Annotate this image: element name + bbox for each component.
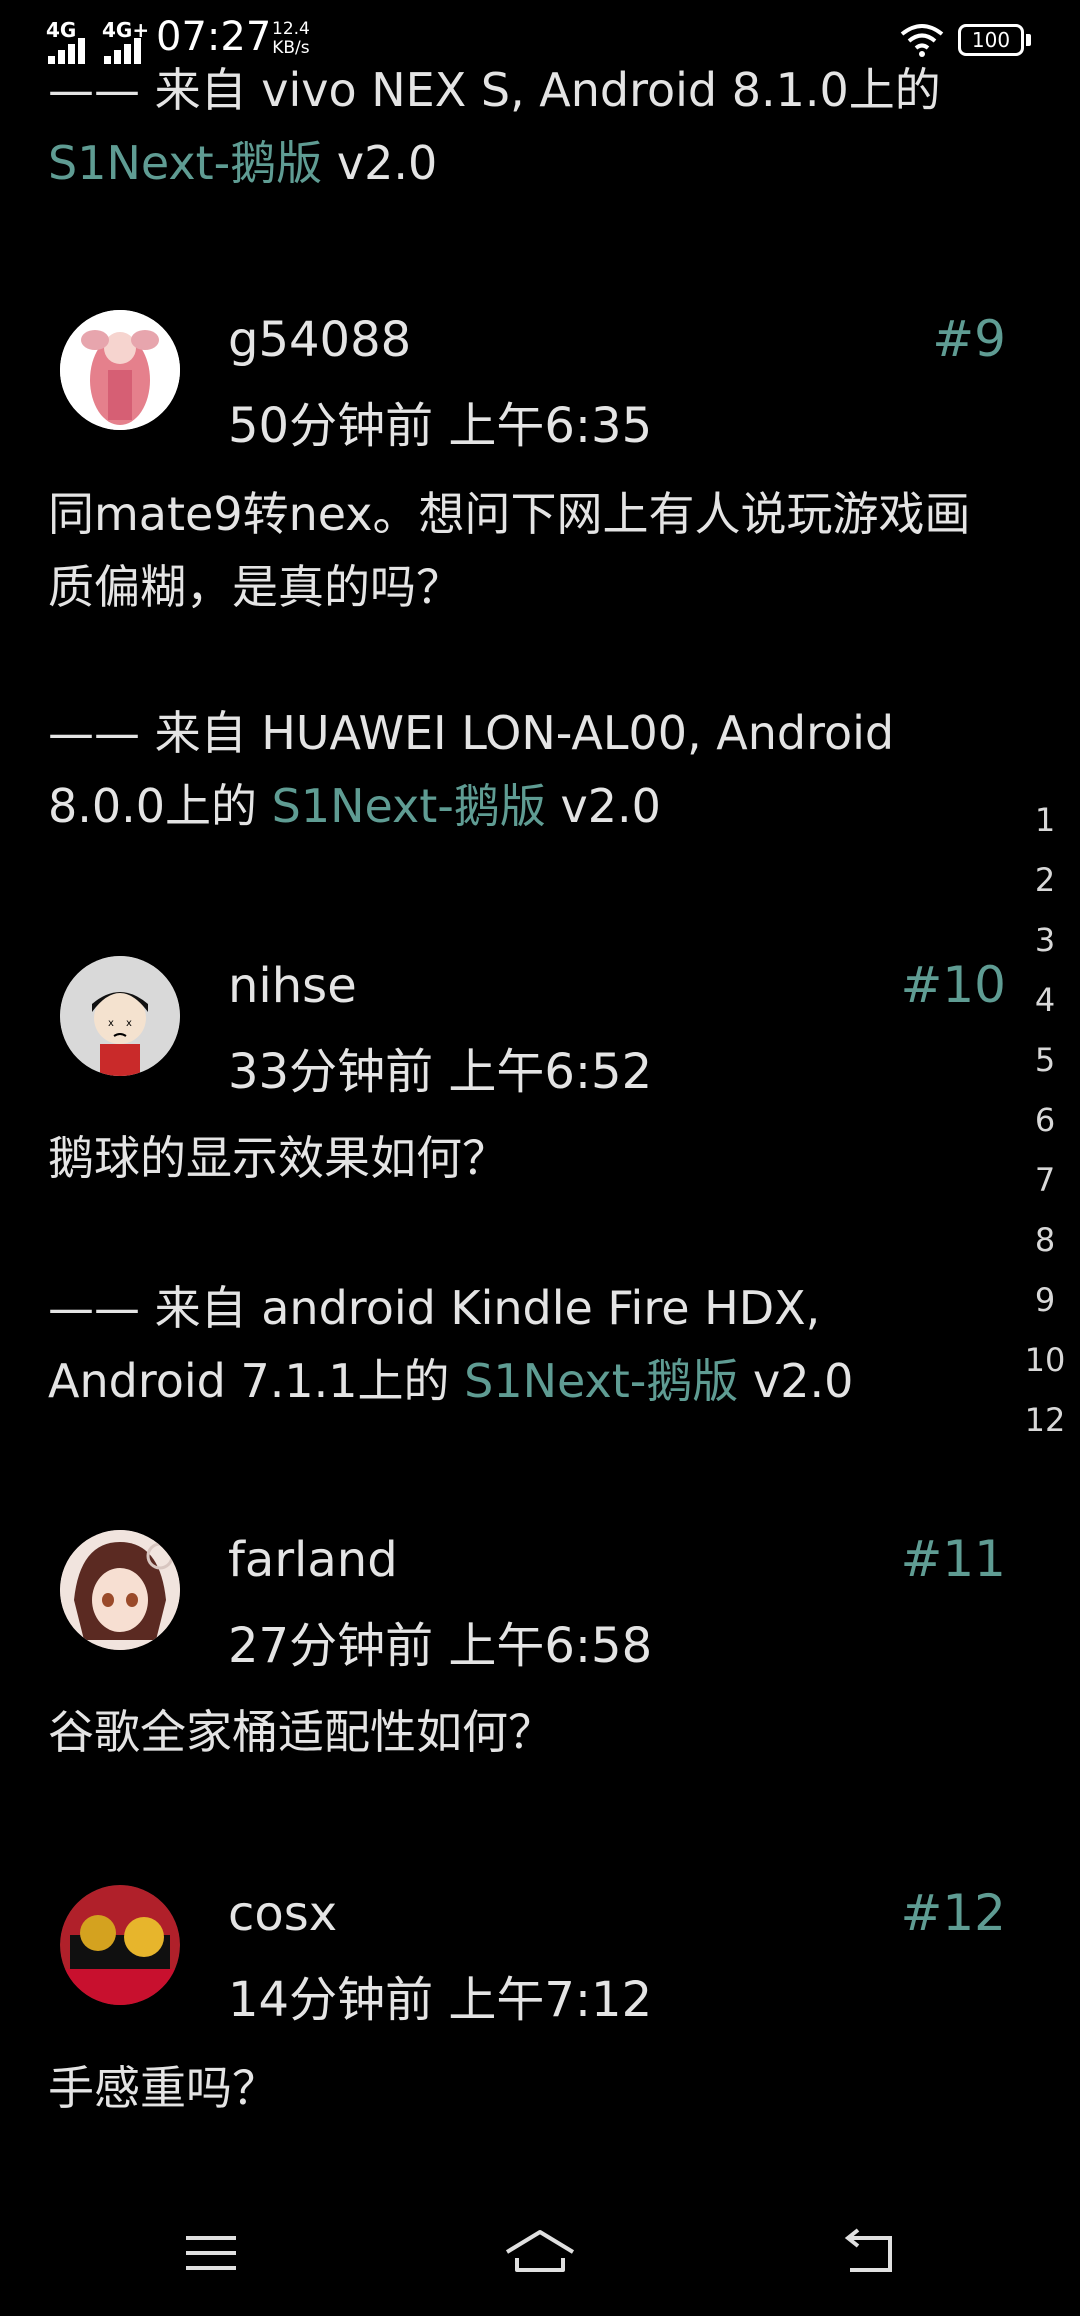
battery-tip — [1026, 34, 1031, 46]
home-button[interactable] — [495, 2218, 585, 2288]
floor-number[interactable]: #10 — [900, 956, 1006, 1014]
app-version: v2.0 — [738, 1354, 854, 1408]
post-content: 手感重吗？ — [48, 2061, 278, 2115]
page-index-item[interactable]: 7 — [1015, 1150, 1075, 1210]
app-link[interactable]: S1Next-鹅版 — [464, 1354, 738, 1408]
avatar[interactable]: x x — [60, 956, 180, 1076]
post-time: 14分钟前 上午7:12 — [228, 1972, 653, 2028]
post-content: 鹅球的显示效果如何？ — [48, 1131, 508, 1185]
post-signature: —— 来自 HUAWEI LON-AL00, Android 8.0.0上的 S… — [48, 697, 1008, 843]
post-time: 27分钟前 上午6:58 — [228, 1618, 653, 1674]
page-index-item[interactable]: 6 — [1015, 1090, 1075, 1150]
app-link[interactable]: S1Next-鹅版 — [48, 136, 322, 190]
menu-icon — [186, 2236, 236, 2270]
page-index-item[interactable]: 12 — [1015, 1390, 1075, 1450]
page-index-item[interactable]: 9 — [1015, 1270, 1075, 1330]
username[interactable]: cosx — [228, 1886, 337, 1942]
page-index-item[interactable]: 8 — [1015, 1210, 1075, 1270]
page-index-item[interactable]: 2 — [1015, 850, 1075, 910]
signature-text: —— 来自 vivo NEX S, Android 8.1.0上的 — [48, 63, 941, 117]
page-index-item[interactable]: 10 — [1015, 1330, 1075, 1390]
network-speed: 12.4 KB/s — [272, 20, 310, 58]
menu-button[interactable] — [166, 2218, 256, 2288]
back-button[interactable] — [824, 2218, 914, 2288]
page-index-item[interactable]: 1 — [1015, 790, 1075, 850]
post-time: 50分钟前 上午6:35 — [228, 398, 653, 454]
app-link[interactable]: S1Next-鹅版 — [272, 779, 546, 833]
username[interactable]: farland — [228, 1532, 398, 1588]
avatar[interactable] — [60, 310, 180, 430]
wifi-icon — [900, 24, 944, 57]
avatar[interactable] — [60, 1885, 180, 2005]
post-content: 同mate9转nex。想问下网上有人说玩游戏画质偏糊，是真的吗？ — [48, 487, 971, 614]
navigation-bar — [0, 2190, 1080, 2316]
post-time: 33分钟前 上午6:52 — [228, 1044, 653, 1100]
floor-number[interactable]: #11 — [900, 1530, 1006, 1588]
back-icon — [844, 2228, 892, 2272]
svg-text:x: x — [108, 1018, 114, 1029]
home-icon — [505, 2230, 575, 2272]
battery-indicator: 100 — [958, 24, 1024, 56]
svg-text:x: x — [126, 1018, 132, 1029]
post-signature: —— 来自 vivo NEX S, Android 8.1.0上的 S1Next… — [48, 54, 1008, 200]
post-content: 谷歌全家桶适配性如何？ — [48, 1705, 554, 1759]
page-index: 1 2 3 4 5 6 7 8 9 10 12 — [1015, 790, 1075, 1450]
username[interactable]: g54088 — [228, 312, 411, 368]
post-signature: —— 来自 android Kindle Fire HDX, Android 7… — [48, 1272, 1008, 1418]
floor-number[interactable]: #12 — [900, 1884, 1006, 1942]
speed-value: 12.4 — [272, 19, 310, 39]
username[interactable]: nihse — [228, 958, 357, 1014]
page-index-item[interactable]: 3 — [1015, 910, 1075, 970]
page-index-item[interactable]: 4 — [1015, 970, 1075, 1030]
floor-number[interactable]: #9 — [932, 310, 1006, 368]
app-version: v2.0 — [545, 779, 661, 833]
page-index-item[interactable]: 5 — [1015, 1030, 1075, 1090]
app-version: v2.0 — [322, 136, 438, 190]
avatar[interactable] — [60, 1530, 180, 1650]
